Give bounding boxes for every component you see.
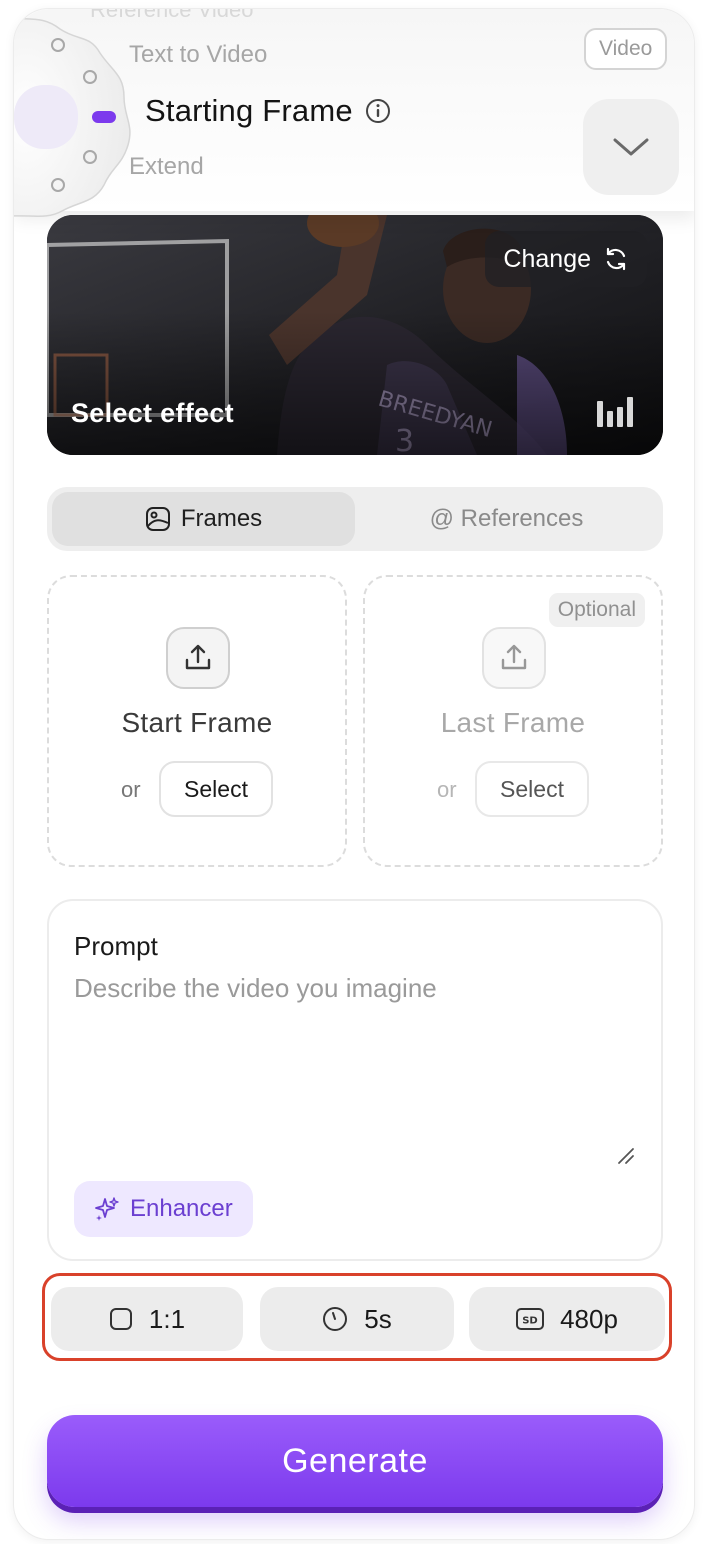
chevron-down-icon bbox=[613, 138, 649, 156]
timer-icon bbox=[323, 1307, 348, 1331]
aspect-ratio-selector[interactable]: 1:1 bbox=[51, 1287, 243, 1351]
mode-option-current[interactable]: Starting Frame bbox=[145, 93, 391, 129]
last-frame-select-button[interactable]: Select bbox=[475, 761, 589, 817]
enhancer-label: Enhancer bbox=[130, 1195, 233, 1222]
audio-bars-icon bbox=[597, 397, 633, 427]
enhancer-button[interactable]: Enhancer bbox=[74, 1181, 253, 1237]
tab-references-label: @ References bbox=[429, 505, 584, 532]
mode-current-label: Starting Frame bbox=[145, 93, 353, 128]
refresh-icon bbox=[606, 247, 626, 271]
prompt-label: Prompt bbox=[74, 931, 158, 961]
svg-text:SD: SD bbox=[522, 1316, 538, 1327]
last-frame-dropzone[interactable]: Optional Last Frame or Select bbox=[363, 575, 663, 867]
mode-option-previous[interactable]: Text to Video bbox=[129, 41, 267, 69]
effect-card[interactable]: BREEDYAN 3 Change Select effect bbox=[47, 215, 663, 455]
tab-frames-label: Frames bbox=[180, 505, 263, 532]
start-frame-title: Start Frame bbox=[121, 707, 273, 738]
video-generator-panel: Reference Video Text to Video Starting F… bbox=[13, 8, 695, 1540]
select-effect-label: Select effect bbox=[71, 398, 234, 428]
mode-dial-icon[interactable] bbox=[13, 17, 140, 217]
info-icon[interactable] bbox=[365, 98, 391, 124]
start-frame-dropzone[interactable]: Start Frame or Select bbox=[47, 575, 347, 867]
resize-handle-icon[interactable] bbox=[617, 1147, 635, 1165]
image-icon bbox=[145, 507, 170, 531]
input-mode-tabs: Frames @ References bbox=[47, 487, 663, 551]
start-frame-or: or bbox=[121, 777, 141, 802]
resolution-selector[interactable]: SD 480p bbox=[469, 1287, 665, 1351]
upload-icon[interactable] bbox=[166, 627, 230, 689]
tab-references[interactable]: @ References bbox=[355, 492, 658, 546]
start-frame-select-button[interactable]: Select bbox=[159, 761, 273, 817]
video-badge: Video bbox=[584, 28, 668, 70]
aspect-ratio-value: 1:1 bbox=[148, 1303, 186, 1334]
duration-selector[interactable]: 5s bbox=[260, 1287, 454, 1351]
mode-selector[interactable]: Reference Video Text to Video Starting F… bbox=[14, 9, 694, 217]
tab-frames[interactable]: Frames bbox=[52, 492, 355, 546]
change-effect-label: Change bbox=[503, 244, 591, 273]
last-frame-title: Last Frame bbox=[440, 707, 586, 738]
resolution-value: 480p bbox=[560, 1303, 618, 1334]
upload-icon[interactable] bbox=[482, 627, 546, 689]
optional-badge: Optional bbox=[548, 593, 645, 627]
expand-modes-button[interactable] bbox=[583, 99, 679, 195]
mode-option-faded[interactable]: Reference Video bbox=[90, 9, 254, 23]
change-effect-button[interactable]: Change bbox=[485, 231, 647, 287]
mode-option-next[interactable]: Extend bbox=[129, 153, 204, 181]
sd-icon: SD bbox=[516, 1308, 545, 1330]
square-icon bbox=[109, 1308, 132, 1330]
prompt-box: Prompt Enhancer bbox=[47, 899, 663, 1261]
prompt-input[interactable] bbox=[74, 973, 634, 1159]
duration-value: 5s bbox=[364, 1303, 392, 1334]
sparkle-icon bbox=[95, 1197, 119, 1221]
generate-button[interactable]: Generate bbox=[47, 1415, 663, 1507]
generation-settings-row: 1:1 5s SD 480p bbox=[42, 1273, 672, 1361]
last-frame-or: or bbox=[437, 777, 457, 802]
